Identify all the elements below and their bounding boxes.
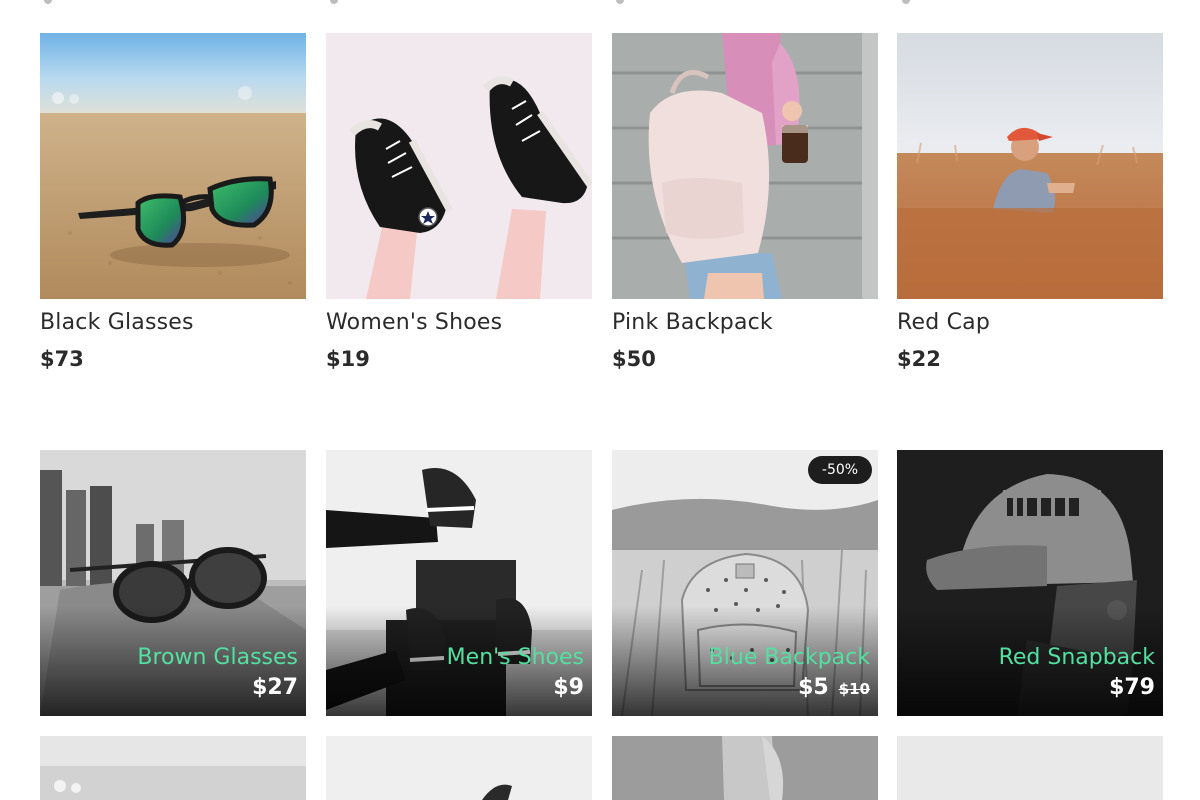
product-image-partial[interactable]	[612, 736, 878, 800]
product-price: $50	[612, 347, 656, 371]
grayscale-beach-partial-image	[40, 736, 306, 800]
product-name[interactable]: Pink Backpack	[612, 310, 773, 335]
product-price: $22	[897, 347, 941, 371]
product-image-partial[interactable]	[40, 736, 306, 800]
cut-off-text-fragment	[330, 0, 338, 4]
product-image-black-glasses[interactable]	[40, 33, 306, 299]
product-price: $19	[326, 347, 370, 371]
product-price: $79	[1109, 675, 1155, 700]
grayscale-shoes-partial-image	[326, 736, 592, 800]
product-name[interactable]: Blue Backpack	[709, 645, 870, 670]
product-price: $5	[798, 675, 829, 700]
sunglasses-on-sand-image	[40, 33, 306, 299]
cut-off-text-fragment	[902, 0, 910, 4]
product-card-blue-backpack[interactable]: -50% Blue Backpack $5 $10	[612, 450, 878, 716]
product-image-partial[interactable]	[897, 736, 1163, 800]
product-image-womens-shoes[interactable]	[326, 33, 592, 299]
product-image-partial[interactable]	[326, 736, 592, 800]
product-price-group: $5 $10	[798, 675, 870, 700]
grayscale-field-partial-image	[897, 736, 1163, 800]
product-price: $73	[40, 347, 84, 371]
product-name[interactable]: Red Snapback	[999, 645, 1155, 670]
product-name[interactable]: Women's Shoes	[326, 310, 502, 335]
product-name[interactable]: Men's Shoes	[447, 645, 584, 670]
product-image-red-cap[interactable]	[897, 33, 1163, 299]
product-image-pink-backpack[interactable]	[612, 33, 878, 299]
discount-badge: -50%	[808, 456, 872, 484]
product-name[interactable]: Black Glasses	[40, 310, 194, 335]
original-price: $10	[838, 680, 870, 698]
product-card-red-snapback[interactable]: Red Snapback $79	[897, 450, 1163, 716]
product-price: $27	[252, 675, 298, 700]
product-card-brown-glasses[interactable]: Brown Glasses $27	[40, 450, 306, 716]
product-name[interactable]: Red Cap	[897, 310, 990, 335]
sneakers-legs-image	[326, 33, 592, 299]
product-price: $9	[553, 675, 584, 700]
backpack-wall-image	[612, 33, 878, 299]
cut-off-text-fragment	[44, 0, 52, 4]
grayscale-backpack-partial-image	[612, 736, 878, 800]
product-card-mens-shoes[interactable]: Men's Shoes $9	[326, 450, 592, 716]
man-in-field-image	[897, 33, 1163, 299]
product-name[interactable]: Brown Glasses	[137, 645, 298, 670]
cut-off-text-fragment	[616, 0, 624, 4]
